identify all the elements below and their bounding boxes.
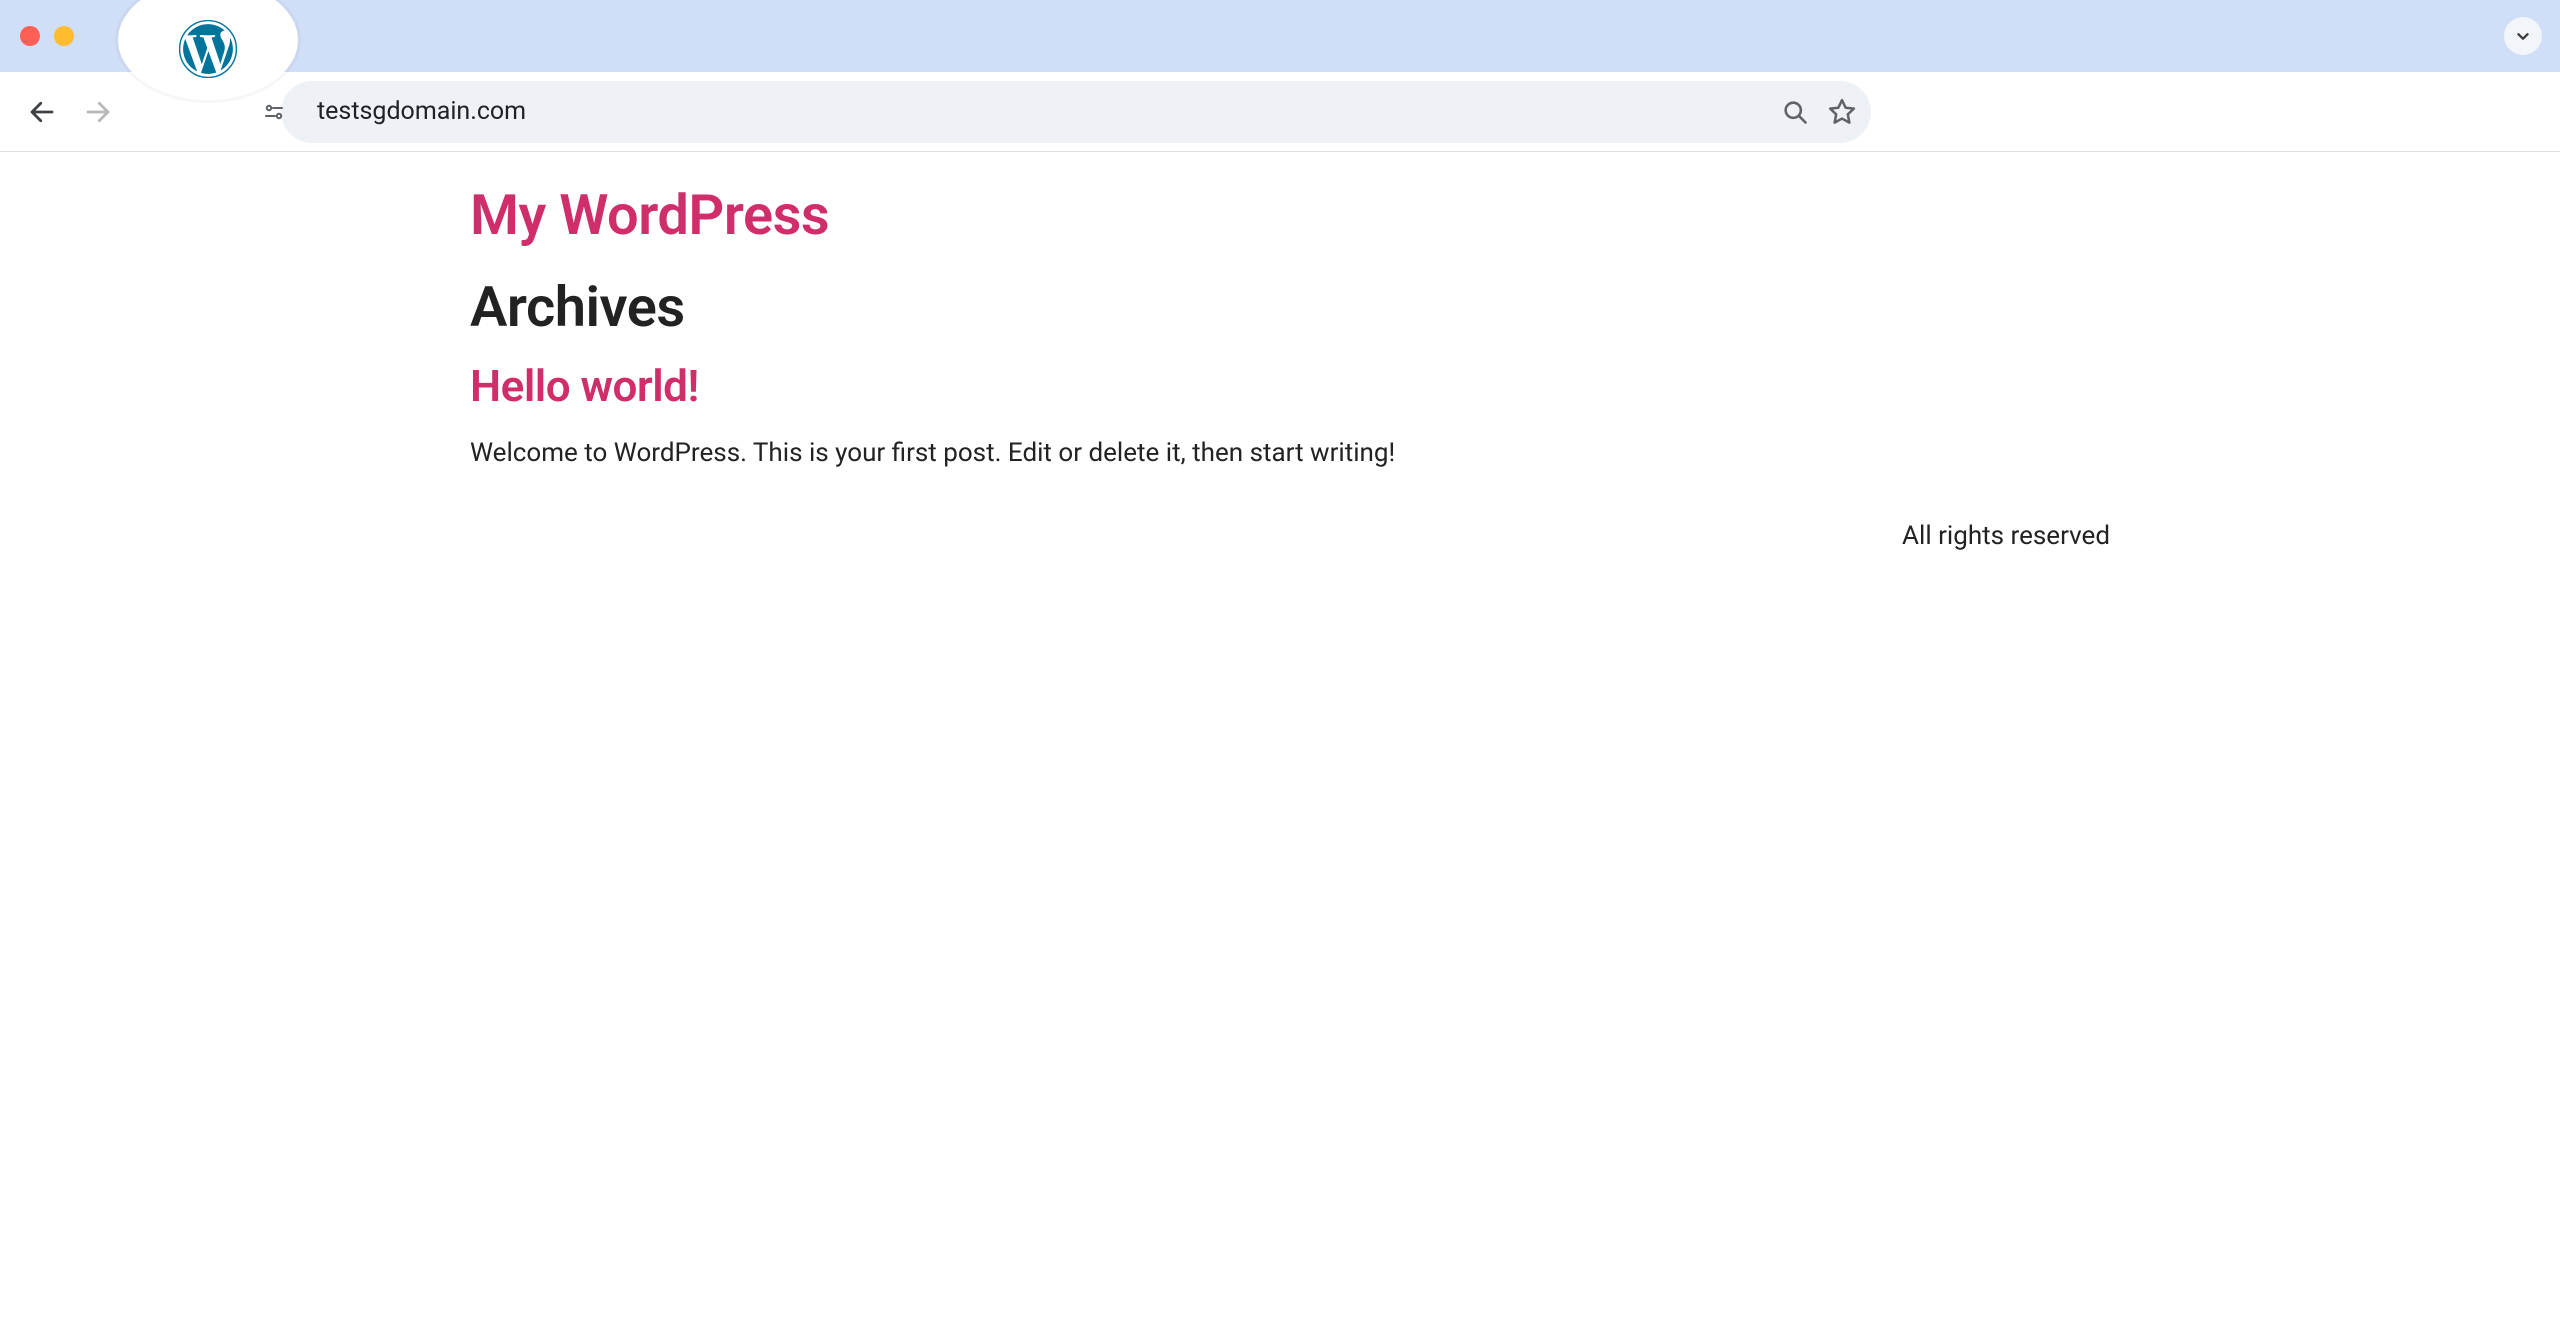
post-excerpt: Welcome to WordPress. This is your first… bbox=[470, 434, 2110, 473]
wordpress-icon bbox=[179, 20, 237, 78]
magnifier-icon bbox=[1781, 98, 1809, 126]
zoom-button[interactable] bbox=[1781, 98, 1809, 126]
browser-tab-bar bbox=[0, 0, 2560, 72]
window-controls bbox=[20, 26, 74, 46]
forward-button[interactable] bbox=[76, 90, 120, 134]
star-icon bbox=[1827, 97, 1857, 127]
address-bar[interactable]: testsgdomain.com bbox=[281, 81, 1871, 143]
page-heading: Archives bbox=[470, 274, 2110, 340]
site-info-button[interactable] bbox=[262, 100, 286, 124]
post-title-link[interactable]: Hello world! bbox=[470, 360, 2110, 412]
page-content: My WordPress Archives Hello world! Welco… bbox=[0, 152, 2560, 551]
tune-icon bbox=[262, 100, 286, 124]
browser-toolbar: testsgdomain.com bbox=[0, 72, 2560, 152]
minimize-window-button[interactable] bbox=[54, 26, 74, 46]
bookmark-button[interactable] bbox=[1827, 97, 1857, 127]
search-tabs-button[interactable] bbox=[2504, 17, 2542, 55]
url-text[interactable]: testsgdomain.com bbox=[317, 97, 1781, 126]
site-title-link[interactable]: My WordPress bbox=[470, 182, 2110, 248]
back-button[interactable] bbox=[20, 90, 64, 134]
arrow-left-icon bbox=[27, 97, 57, 127]
arrow-right-icon bbox=[83, 97, 113, 127]
chevron-down-icon bbox=[2512, 25, 2534, 47]
footer-text: All rights reserved bbox=[470, 521, 2110, 551]
close-window-button[interactable] bbox=[20, 26, 40, 46]
address-bar-area: testsgdomain.com bbox=[232, 81, 1871, 143]
